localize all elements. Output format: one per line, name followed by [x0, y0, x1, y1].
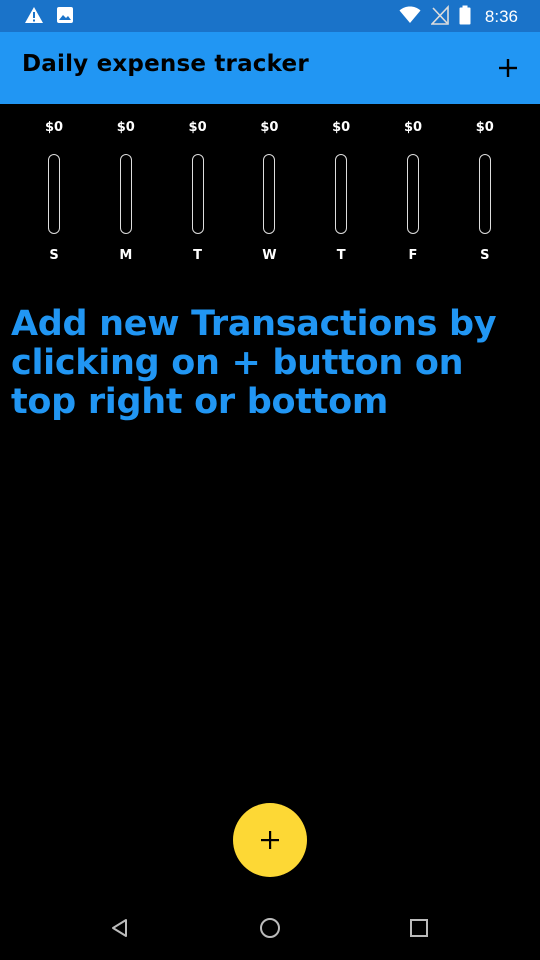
add-icon: [499, 59, 517, 77]
weekly-expense-chart: $0 S $0 M $0 T $0 W $0 T $0 F $0 S: [0, 104, 540, 274]
bar-track: [335, 154, 348, 234]
bar-amount-label: $0: [116, 120, 135, 135]
bar-track: [478, 154, 491, 234]
recents-icon: [410, 919, 428, 937]
bar-track: [263, 154, 276, 234]
bar-amount-label: $0: [332, 120, 351, 135]
status-left-icons: [24, 6, 74, 28]
bar-day-label: S: [480, 248, 490, 263]
bar-amount-label: $0: [260, 120, 279, 135]
bar-track: [48, 154, 60, 234]
chart-bar-column: $0 W: [244, 120, 294, 270]
bar-amount-label: $0: [475, 120, 494, 135]
add-icon: [261, 831, 279, 849]
chart-bar-column: $0 F: [388, 120, 438, 270]
bar-day-label: S: [49, 248, 59, 263]
bar-track: [119, 154, 132, 234]
home-icon: [260, 918, 280, 938]
app-bar: Daily expense tracker: [0, 32, 540, 104]
home-button[interactable]: [258, 916, 282, 940]
bar-day-label: W: [262, 248, 277, 263]
screen: 8:36 Daily expense tracker $0 S $0 M $0 T $0 W $…: [0, 0, 540, 960]
bar-day-label: F: [408, 248, 418, 263]
add-transaction-fab[interactable]: [233, 803, 307, 877]
system-nav-bar: [0, 896, 540, 960]
add-transaction-button[interactable]: [494, 54, 522, 82]
status-time: 8:36: [484, 7, 518, 26]
no-signal-icon: [430, 4, 449, 29]
status-right-icons: 8:36: [399, 4, 518, 29]
bar-day-label: T: [336, 248, 346, 263]
bar-day-label: M: [119, 248, 133, 263]
recents-button[interactable]: [407, 916, 431, 940]
bar-track: [191, 154, 204, 234]
bar-track: [407, 154, 419, 234]
image-icon: [56, 6, 74, 28]
bar-amount-label: $0: [188, 120, 207, 135]
back-icon: [112, 919, 127, 937]
chart-bar-column: $0 T: [316, 120, 366, 270]
chart-bar-column: $0 S: [460, 120, 510, 270]
bar-amount-label: $0: [44, 120, 64, 135]
empty-state-message: Add new Transactions by clicking on + bu…: [11, 304, 497, 422]
warning-icon: [24, 6, 44, 28]
app-title: Daily expense tracker: [22, 51, 309, 77]
bar-amount-label: $0: [403, 120, 423, 135]
chart-bar-column: $0 S: [29, 120, 79, 270]
chart-bar-column: $0 T: [173, 120, 223, 270]
status-bar: 8:36: [0, 0, 540, 32]
battery-icon: [459, 5, 471, 29]
chart-bar-column: $0 M: [101, 120, 151, 270]
bar-day-label: T: [193, 248, 203, 263]
wifi-icon: [399, 6, 421, 28]
back-button[interactable]: [108, 916, 132, 940]
